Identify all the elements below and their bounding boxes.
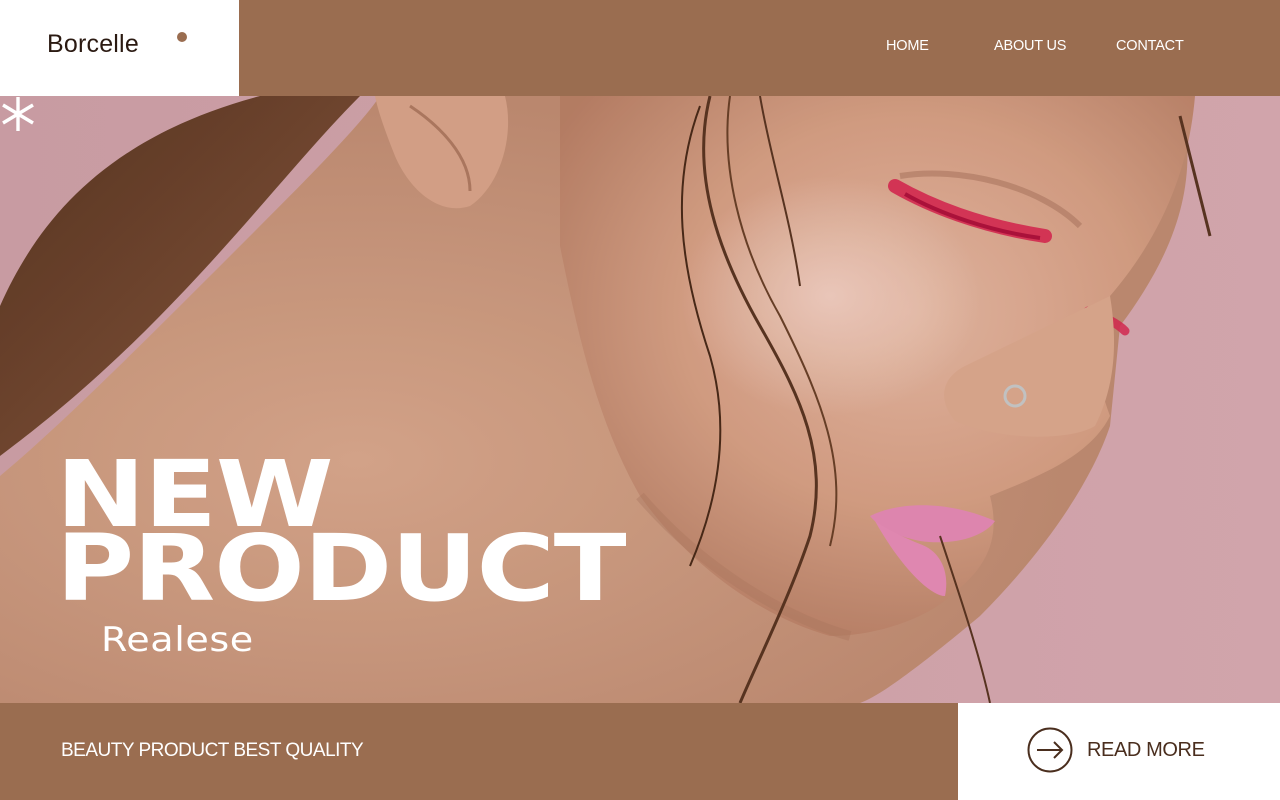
read-more-label: READ MORE: [1087, 739, 1205, 761]
hero-section: NEW PRODUCT Realese: [0, 96, 1280, 703]
read-more-button[interactable]: READ MORE: [958, 703, 1280, 800]
top-navigation: HOME ABOUT US CONTACT: [239, 0, 1280, 96]
logo-area[interactable]: Borcelle: [0, 0, 239, 96]
nav-home[interactable]: HOME: [886, 38, 929, 54]
asterisk-icon: [2, 97, 34, 131]
tagline-text: BEAUTY PRODUCT BEST QUALITY: [61, 740, 364, 761]
nav-about-us[interactable]: ABOUT US: [994, 38, 1066, 54]
hero-subline: Realese: [101, 620, 254, 660]
headline-line-2: PRODUCT: [56, 515, 627, 622]
nav-contact[interactable]: CONTACT: [1116, 38, 1184, 54]
brand-logo[interactable]: Borcelle: [47, 30, 139, 59]
logo-dot-icon: [177, 32, 187, 42]
tagline-strip: BEAUTY PRODUCT BEST QUALITY: [0, 703, 958, 800]
hero-headline: NEW PRODUCT: [56, 449, 627, 615]
arrow-right-icon: [1027, 727, 1073, 773]
